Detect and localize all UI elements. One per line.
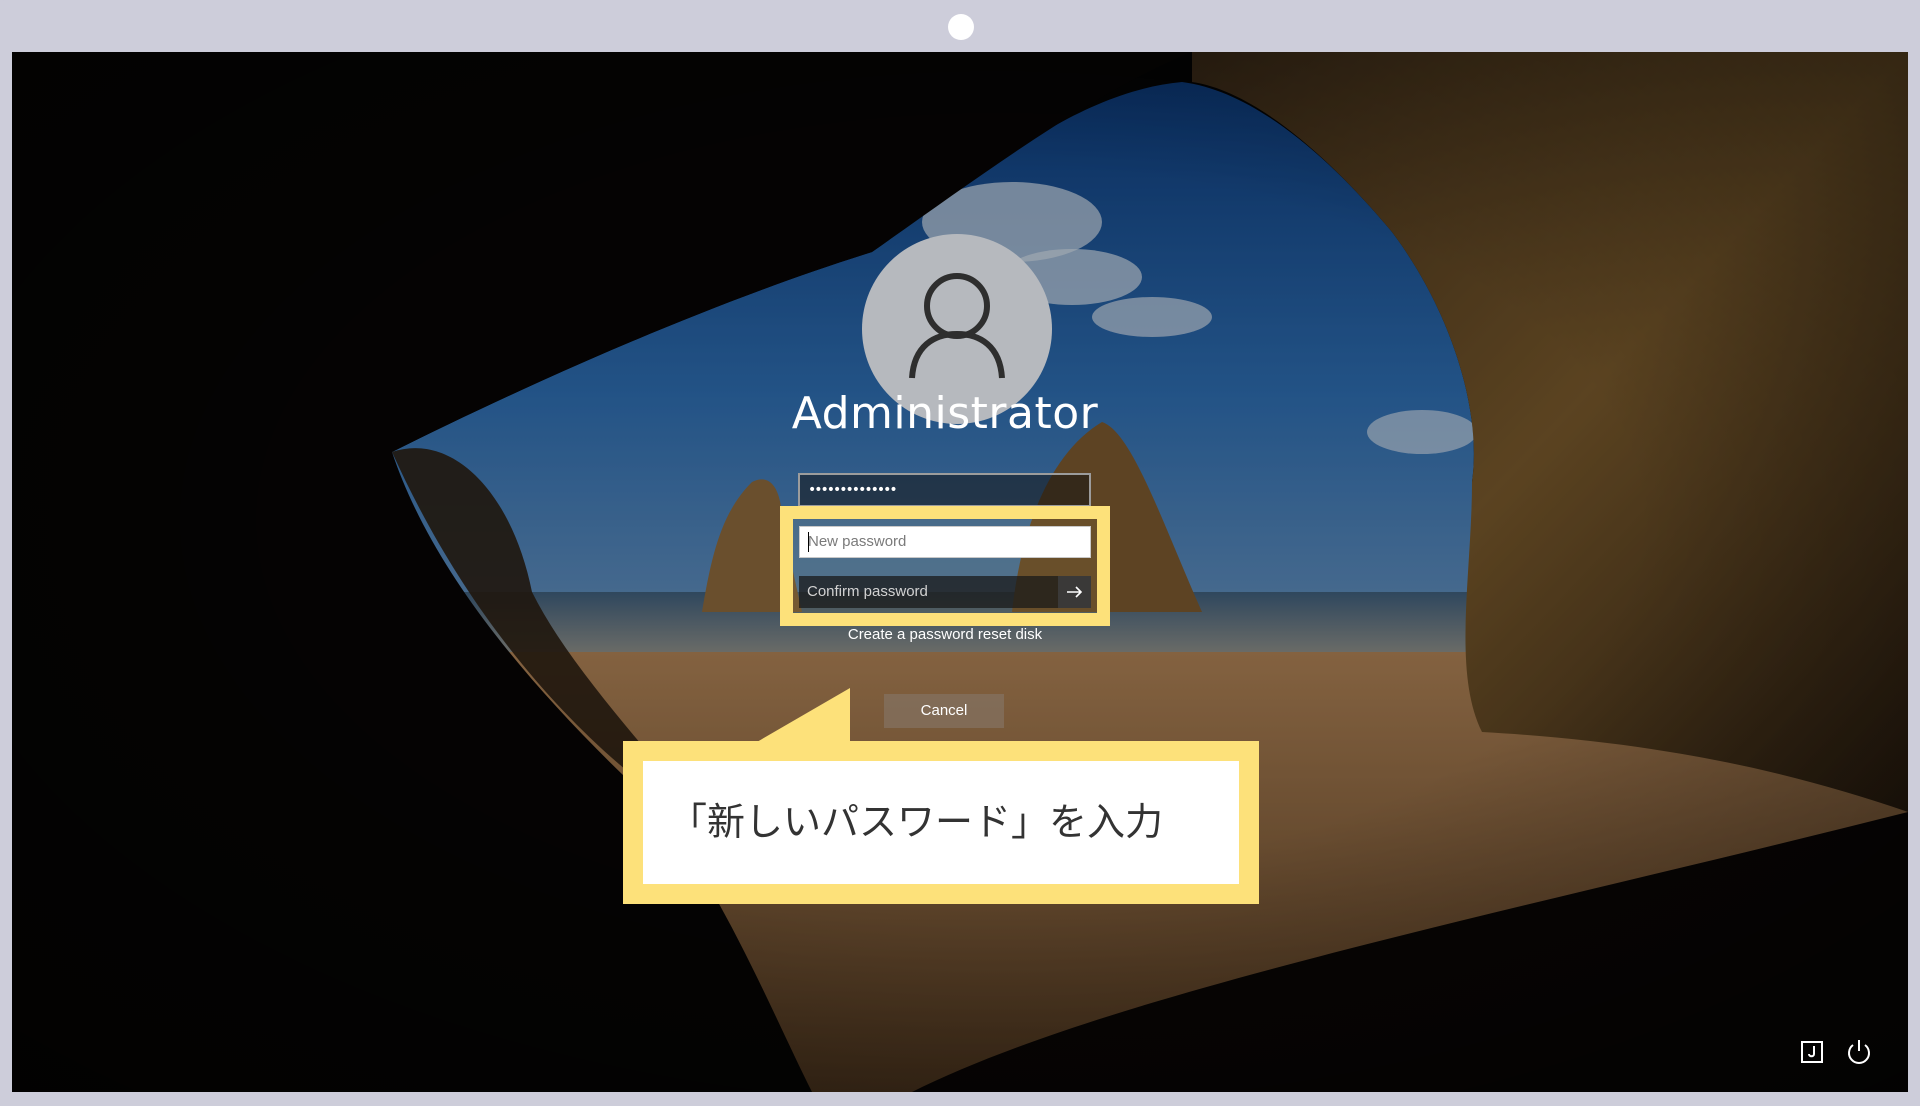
callout-text: 「新しいパスワード」を入力 <box>669 800 1164 844</box>
username-label: Administrator <box>791 388 1099 439</box>
old-password-field[interactable]: •••••••••••••• <box>798 473 1091 507</box>
arrow-right-icon <box>1066 586 1082 598</box>
power-icon[interactable] <box>1844 1038 1874 1066</box>
camera-dot-icon <box>948 14 974 40</box>
device-frame: Administrator •••••••••••••• New passwor… <box>0 0 1920 1106</box>
text-caret <box>808 532 809 552</box>
new-password-input[interactable]: New password <box>799 526 1091 558</box>
confirm-password-input[interactable]: Confirm password <box>799 576 1091 608</box>
cancel-button[interactable]: Cancel <box>884 694 1004 728</box>
ease-of-access-icon[interactable] <box>1800 1040 1824 1064</box>
callout-pointer <box>750 688 850 746</box>
submit-button[interactable] <box>1058 576 1091 608</box>
annotation-callout: 「新しいパスワード」を入力 <box>623 741 1259 904</box>
highlight-box <box>780 506 1110 626</box>
